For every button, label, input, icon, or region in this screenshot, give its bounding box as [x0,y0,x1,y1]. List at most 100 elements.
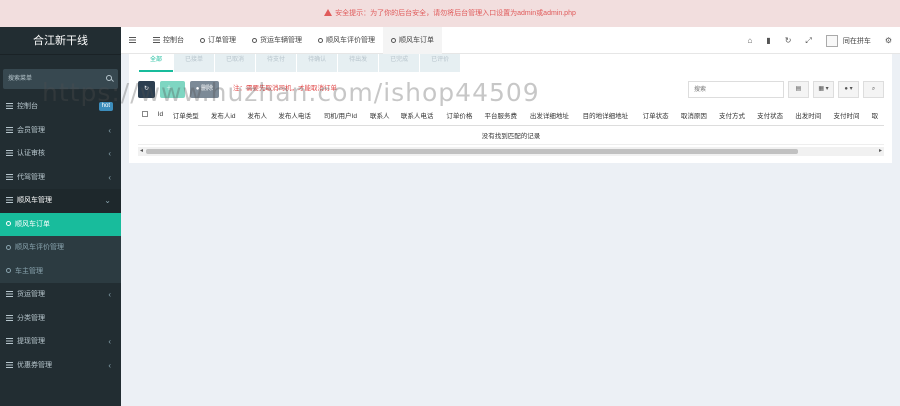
column-header[interactable]: 司机/用户Id [319,105,367,126]
scroll-left-icon[interactable]: ◂ [140,148,143,155]
scrollbar-thumb[interactable] [146,149,798,154]
sidebar-search-input[interactable] [3,69,98,89]
column-header[interactable]: 支付时间 [829,105,868,126]
menu-toggle-icon[interactable] [129,37,136,43]
sidebar-item-rideshare-reviews[interactable]: 顺风车评价管理 [0,236,121,260]
empty-table-message: 没有找到匹配的记录 [138,125,884,145]
sidebar-search [3,69,118,89]
table-search-input[interactable] [688,81,784,98]
app-logo[interactable]: 合江新干线 [0,27,121,55]
sidebar-menu: 控制台 hot 会员管理 ‹ 认证审核 ‹ 代驾管理 ‹ 顺风车管理 ⌄ 顺风车订单 顺风… [0,95,121,377]
column-header[interactable]: 联系人 [366,105,397,126]
nav-tab-rideshare-reviews[interactable]: 顺风车评价管理 [310,27,383,54]
orders-table: Id 订单类型 发布人id 发布人 发布人电话 司机/用户Id 联系人 联系人电… [138,105,884,145]
sidebar-item-rideshare-orders[interactable]: 顺风车订单 [0,212,121,236]
column-header[interactable]: 支付状态 [753,105,792,126]
status-tab-reviewed[interactable]: 已评价 [420,54,461,72]
column-header[interactable]: 取消原因 [676,105,715,126]
export-button[interactable]: ● ▾ [838,81,859,98]
sidebar-item-freight[interactable]: 货运管理 ‹ [0,283,121,307]
trash-icon[interactable]: ▮ [766,36,770,45]
warning-icon [324,9,333,16]
nav-tab-orders[interactable]: 订单管理 [192,27,244,54]
fullscreen-icon[interactable]: ⤢ [805,36,811,46]
table-row: 没有找到匹配的记录 [138,125,884,145]
column-header[interactable]: 出发详细地址 [525,105,579,126]
search-icon[interactable] [106,75,112,81]
status-tab-all[interactable]: 全部 [139,54,174,72]
sidebar-item-coupons[interactable]: 优惠券管理 ‹ [0,354,121,378]
sidebar-item-verification[interactable]: 认证审核 ‹ [0,142,121,166]
circle-icon [318,37,323,43]
list-icon [6,103,13,109]
column-header[interactable]: 发布人电话 [274,105,320,126]
list-icon [6,197,13,203]
column-header[interactable]: 发布人 [243,105,275,126]
select-all-checkbox[interactable] [142,111,148,118]
chevron-down-icon: ⌄ [104,196,111,205]
column-header[interactable]: 发布人id [206,105,244,126]
sidebar-item-categories[interactable]: 分类管理 [0,307,121,331]
notice-text: 注：需要先取消司机，才能取消订单 [233,85,337,92]
column-header[interactable]: Id [153,105,169,126]
table-tools: ▤ ▦ ▾ ● ▾ ⌕ [688,81,884,98]
delete-button[interactable]: ● 删除 [189,81,220,98]
column-header[interactable]: 订单状态 [638,105,677,126]
column-header[interactable]: 联系人电话 [396,105,443,126]
plus-icon: ＋ [166,86,173,92]
gear-icon[interactable]: ⚙ [885,36,892,45]
status-tab-pending-departure[interactable]: 待出发 [338,54,379,72]
sidebar-item-owners[interactable]: 车主管理 [0,259,121,283]
column-header[interactable]: 平台服务费 [480,105,526,126]
user-name: 同在拼车 [842,37,871,45]
status-tab-unpaid[interactable]: 待支付 [256,54,297,72]
sidebar: 合江新干线 控制台hot 会员管理‹ 认证审核‹ 代驾管理‹ 顺风车管理⌄ 顺风… [0,27,121,406]
top-navbar: 控制台 订单管理 货运车辆管理 顺风车评价管理 顺风车订单 ⌂ ▮ ↻ ⤢ 同在… [121,27,900,54]
refresh-icon[interactable]: ↻ [785,36,792,45]
scroll-right-icon[interactable]: ▸ [879,148,882,155]
refresh-button[interactable]: ↻ [138,81,156,98]
user-menu[interactable]: 同在拼车 [825,34,871,47]
nav-tab-freight-vehicles[interactable]: 货运车辆管理 [244,27,310,54]
list-icon [6,338,13,344]
status-tab-completed[interactable]: 已完成 [379,54,420,72]
table-header-row: Id 订单类型 发布人id 发布人 发布人电话 司机/用户Id 联系人 联系人电… [138,105,884,126]
circle-icon [6,221,11,226]
circle-icon [6,244,11,250]
status-tab-accepted[interactable]: 已接单 [174,54,215,72]
orders-table-wrap: Id 订单类型 发布人id 发布人 发布人电话 司机/用户Id 联系人 联系人电… [138,105,884,159]
circle-icon [6,268,11,273]
horizontal-scrollbar[interactable]: ◂ ▸ [138,147,884,156]
circle-icon [200,37,205,43]
sidebar-item-members[interactable]: 会员管理 ‹ [0,119,121,143]
column-header[interactable]: 订单类型 [168,105,207,126]
orders-panel: 全部 已接单 已取消 待支付 待确认 待出发 已完成 已评价 ↻ ＋ ● 删除 … [129,54,892,163]
sidebar-item-withdrawals[interactable]: 提现管理 ‹ [0,330,121,354]
list-icon [153,37,160,43]
add-button[interactable]: ＋ [160,81,185,98]
search-icon: ⌕ [871,86,876,92]
nav-tab-rideshare-orders[interactable]: 顺风车订单 [383,27,442,54]
select-all-column[interactable] [138,105,154,126]
column-header[interactable]: 出发时间 [791,105,830,126]
columns-button[interactable]: ▦ ▾ [813,81,834,98]
column-header[interactable]: 取 [867,105,884,126]
security-alert-bar: 安全提示：为了你的后台安全，请勿将后台管理入口设置为admin或admin.ph… [0,0,900,27]
toggle-view-button[interactable]: ▤ [788,81,809,98]
advanced-search-button[interactable]: ⌕ [863,81,884,98]
sidebar-item-rideshare[interactable]: 顺风车管理 ⌄ [0,189,121,213]
nav-tab-dashboard[interactable]: 控制台 [145,27,192,54]
sidebar-item-dashboard[interactable]: 控制台 hot [0,95,121,119]
sidebar-item-chauffeur[interactable]: 代驾管理 ‹ [0,166,121,190]
column-header[interactable]: 订单价格 [442,105,481,126]
columns-icon: ▦ ▾ [818,86,829,92]
column-header[interactable]: 支付方式 [714,105,754,126]
status-tab-cancelled[interactable]: 已取消 [215,54,256,72]
refresh-icon: ↻ [144,86,150,92]
list-icon [6,173,13,180]
column-header[interactable]: 目的地详细地址 [578,105,639,126]
chevron-left-icon: ‹ [108,172,111,182]
home-icon[interactable]: ⌂ [747,36,752,45]
chevron-left-icon: ‹ [108,125,111,135]
status-tab-pending-confirm[interactable]: 待确认 [297,54,338,72]
